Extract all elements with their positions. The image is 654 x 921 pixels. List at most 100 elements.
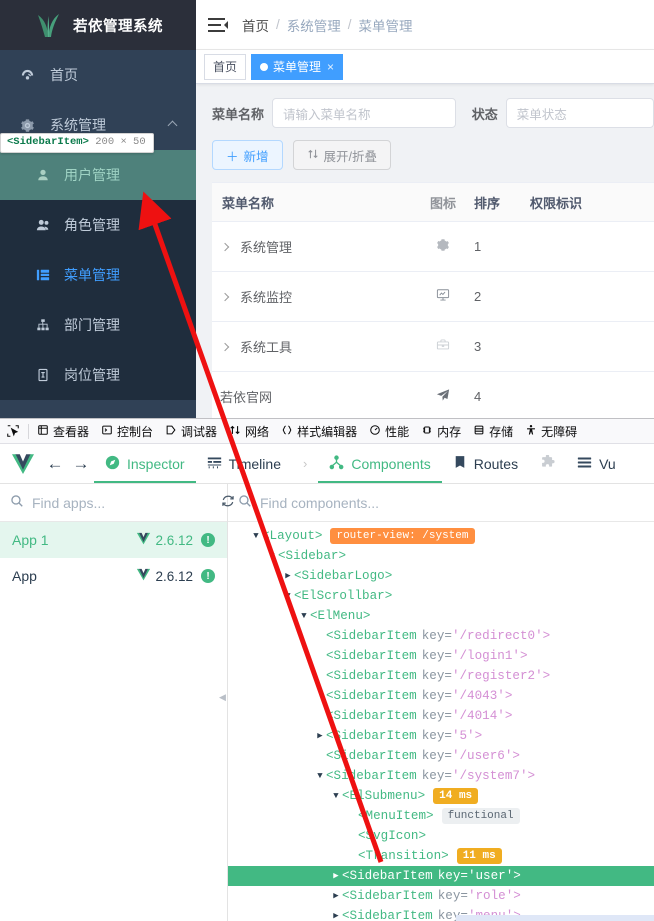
arrow-right-icon[interactable]: →	[68, 454, 94, 474]
accessibility-icon	[525, 424, 537, 439]
chevron-right-icon[interactable]: ▶	[330, 886, 342, 906]
dev-badge-icon: !	[201, 569, 215, 583]
menu-name-label: 菜单名称	[212, 106, 265, 122]
gear-icon	[20, 118, 44, 133]
component-tree-node[interactable]: ▼ <Sidebar>	[228, 546, 654, 566]
vue-tab-vuex[interactable]: Vu	[566, 444, 627, 483]
column-header-icon[interactable]: 图标	[412, 193, 474, 212]
component-key-value: 'user'>	[467, 869, 521, 883]
component-tree-node[interactable]: ▶ <SidebarItem key='user'>	[228, 866, 654, 886]
sidebar-item-dept[interactable]: 部门管理	[0, 300, 196, 350]
sidebar-logo[interactable]: 若依管理系统	[0, 0, 196, 50]
navbar: 首页 / 系统管理 / 菜单管理	[196, 0, 654, 50]
expand-collapse-label: 展开/折叠	[323, 149, 378, 164]
component-tree-node[interactable]: ▶ <SidebarLogo>	[228, 566, 654, 586]
sidebar-item-user[interactable]: 用户管理	[0, 150, 196, 200]
chevron-down-icon[interactable]: ▼	[314, 766, 326, 786]
component-tree-node[interactable]: ▼ <ElSubmenu> 14 ms	[228, 786, 654, 806]
sidebar-item-post[interactable]: 岗位管理	[0, 350, 196, 400]
chevron-right-icon[interactable]: ▶	[282, 566, 294, 586]
chevron-down-icon[interactable]: ▼	[250, 526, 262, 546]
table-row[interactable]: 系统工具 3	[212, 322, 654, 372]
close-icon[interactable]: ×	[327, 60, 334, 74]
vue-tab-inspector[interactable]: Inspector	[94, 444, 196, 483]
vue-plugins-button[interactable]	[529, 444, 566, 483]
chevron-right-icon[interactable]	[220, 292, 230, 301]
menu-name-input[interactable]: 请输入菜单名称	[272, 98, 456, 128]
column-header-name[interactable]: 菜单名称	[212, 193, 412, 212]
performance-icon	[369, 424, 381, 439]
vue-tab-label: Routes	[473, 455, 519, 472]
status-select[interactable]: 菜单状态	[505, 98, 654, 128]
devtools-tab-accessibility[interactable]: 无障碍	[519, 419, 583, 443]
chevron-right-icon[interactable]	[220, 242, 230, 251]
component-tree-node[interactable]: ▶<SidebarItemkey='/redirect0'>	[228, 626, 654, 646]
sidebar-item-dashboard[interactable]: 首页	[0, 50, 196, 100]
app-list-item[interactable]: App 1 2.6.12 !	[0, 522, 227, 558]
breadcrumb-item-system[interactable]: 系统管理	[287, 15, 341, 35]
chevron-down-icon[interactable]: ▼	[298, 606, 310, 626]
chevron-right-icon[interactable]: ▶	[330, 906, 342, 921]
expand-collapse-button[interactable]: 展开/折叠	[292, 140, 392, 170]
component-tree: ▼ <Layout> router-view: /system ▼ <Sidebar> ▶…	[228, 522, 654, 921]
component-tree-node[interactable]: ▶<SvgIcon>	[228, 826, 654, 846]
devtools-tab-style-editor[interactable]: 样式编辑器	[275, 419, 363, 443]
component-key-label: key=	[421, 669, 452, 683]
app-list-item[interactable]: App 2.6.12 !	[0, 558, 227, 594]
vue-logo-icon	[136, 568, 151, 584]
chevron-right-icon[interactable]	[220, 342, 230, 351]
chevron-right-icon[interactable]: ▶	[314, 726, 326, 746]
vue-tab-timeline[interactable]: Timeline	[196, 444, 292, 483]
element-picker-icon[interactable]	[0, 424, 26, 438]
vue-tab-components[interactable]: Components	[318, 444, 443, 483]
component-tree-node[interactable]: ▶ <SidebarItem key='role'>	[228, 886, 654, 906]
component-tree-node[interactable]: ▶<SidebarItemkey='/register2'>	[228, 666, 654, 686]
column-header-sort[interactable]: 排序	[474, 193, 530, 212]
breadcrumb-item-home[interactable]: 首页	[242, 15, 269, 35]
table-row[interactable]: 系统监控 2	[212, 272, 654, 322]
devtools-tab-network[interactable]: 网络	[223, 419, 275, 443]
find-apps-input[interactable]	[32, 494, 213, 511]
devtools-tab-inspector[interactable]: 查看器	[31, 419, 95, 443]
dashboard-icon	[20, 68, 44, 83]
component-tree-node[interactable]: ▼ <ElMenu>	[228, 606, 654, 626]
devtools-tab-performance[interactable]: 性能	[363, 419, 415, 443]
tag-menu-management[interactable]: 菜单管理 ×	[251, 53, 344, 80]
chevron-down-icon[interactable]: ▼	[266, 546, 278, 566]
sidebar-item-menu[interactable]: 菜单管理	[0, 250, 196, 300]
component-tree-node[interactable]: ▶<Transition>11 ms	[228, 846, 654, 866]
sidebar-item-role[interactable]: 角色管理	[0, 200, 196, 250]
sidebar-logo-title: 若依管理系统	[73, 18, 163, 35]
component-tree-node[interactable]: ▶<MenuItem>functional	[228, 806, 654, 826]
component-key-value: 'role'>	[467, 889, 521, 903]
devtools-tab-debugger[interactable]: 调试器	[159, 419, 223, 443]
tag-home[interactable]: 首页	[204, 53, 247, 80]
component-tree-node[interactable]: ▶<SidebarItemkey='/4014'>	[228, 706, 654, 726]
pane-splitter-handle[interactable]: ◀	[217, 689, 228, 705]
arrow-left-icon[interactable]: ←	[42, 454, 68, 474]
component-key-label: key=	[421, 629, 452, 643]
component-tree-node[interactable]: ▶<SidebarItemkey='/user6'>	[228, 746, 654, 766]
component-tree-node[interactable]: ▶<SidebarItemkey='/4043'>	[228, 686, 654, 706]
component-tree-node[interactable]: ▼ <Layout> router-view: /system	[228, 526, 654, 546]
component-tree-node[interactable]: ▶<SidebarItemkey='/login1'>	[228, 646, 654, 666]
memory-icon	[421, 424, 433, 439]
component-tree-node[interactable]: ▼ <ElScrollbar>	[228, 586, 654, 606]
table-row[interactable]: 系统管理 1	[212, 222, 654, 272]
vue-tab-routes[interactable]: Routes	[442, 444, 529, 483]
chevron-down-icon[interactable]: ▼	[282, 586, 294, 606]
firefox-devtools-toolbar: 查看器 控制台 调试器 网络 样式编辑器 性能 内存 存储 无障碍	[0, 418, 654, 444]
devtools-tab-memory[interactable]: 内存	[415, 419, 467, 443]
component-tree-node[interactable]: ▼ <SidebarItem key= '/system7'>	[228, 766, 654, 786]
chevron-right-icon[interactable]: ▶	[330, 866, 342, 886]
table-row[interactable]: 若依官网 4	[212, 372, 654, 418]
find-components-input[interactable]	[260, 494, 644, 511]
hamburger-icon[interactable]	[208, 17, 228, 33]
add-button[interactable]: ＋ 新增	[212, 140, 283, 170]
chevron-down-icon[interactable]: ▼	[330, 786, 342, 806]
devtools-tab-storage[interactable]: 存储	[467, 419, 519, 443]
component-tree-node[interactable]: ▶ <SidebarItem key= '5'>	[228, 726, 654, 746]
column-header-perm[interactable]: 权限标识	[530, 193, 650, 212]
app-version-text: 2.6.12	[155, 568, 193, 584]
devtools-tab-console[interactable]: 控制台	[95, 419, 159, 443]
